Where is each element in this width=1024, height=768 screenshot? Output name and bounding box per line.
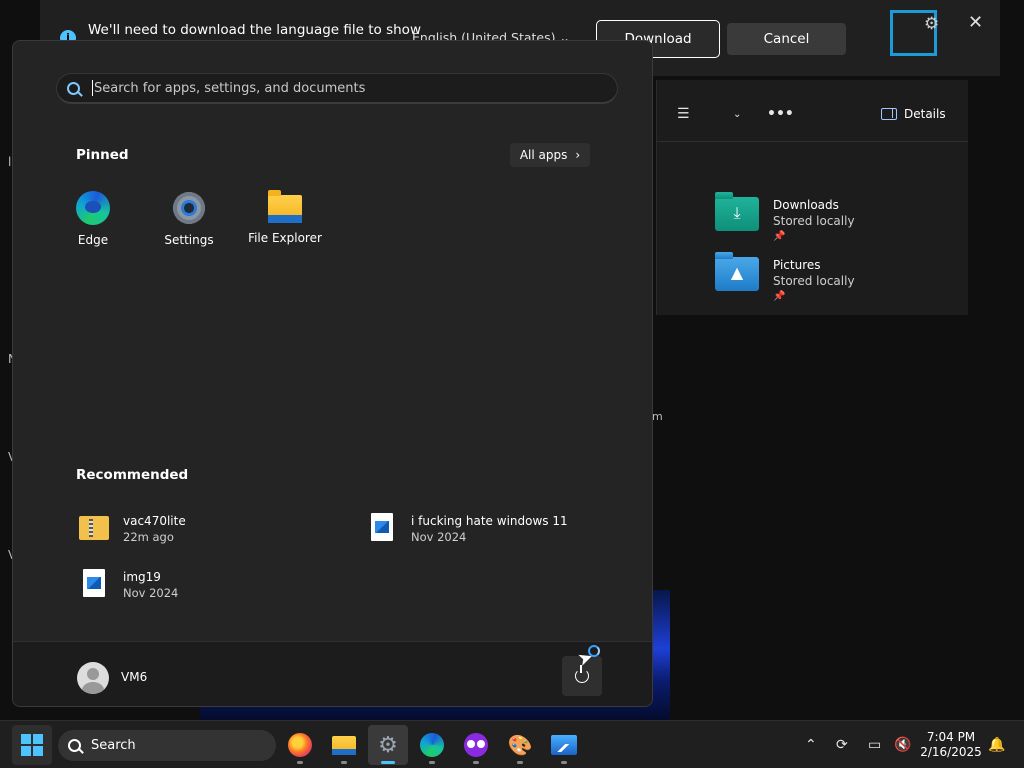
all-apps-button[interactable]: All apps › xyxy=(510,143,590,167)
taskbar-search[interactable]: Search xyxy=(58,730,276,761)
settings-icon xyxy=(170,185,206,229)
recommended-time: Nov 2024 xyxy=(411,530,467,544)
quick-access-status: Stored locally xyxy=(773,214,855,228)
gear-icon[interactable]: ⚙ xyxy=(924,14,939,34)
explorer-toolbar: ☰ ⌄ ••• Details xyxy=(657,80,968,142)
start-menu: Pinned All apps › Edge Settings File Exp… xyxy=(12,40,653,707)
pinned-app-edge[interactable]: Edge xyxy=(45,191,141,247)
settings-icon: ⚙ xyxy=(378,732,398,758)
cancel-button[interactable]: Cancel xyxy=(727,23,846,55)
quick-access-downloads[interactable]: ⤓ Downloads Stored locally 📌 xyxy=(715,192,855,245)
image-file-icon xyxy=(371,513,393,541)
firefox-icon xyxy=(288,733,312,757)
details-label: Details xyxy=(904,107,946,121)
chevron-up-icon: ⌃ xyxy=(805,737,817,753)
windows-logo-icon xyxy=(21,734,31,744)
start-button[interactable] xyxy=(12,725,52,765)
taskbar-app-firefox[interactable] xyxy=(280,725,320,765)
recommended-item[interactable]: vac470lite 22m ago xyxy=(79,513,186,545)
taskbar: Search ⚙ 🎨 ⌃ ⟳ ▭ 🔇 7:04 PM 2/16/2025 🔔 xyxy=(0,720,1024,768)
busy-spinner-icon xyxy=(588,645,600,657)
owl-app-icon xyxy=(464,733,488,757)
taskbar-app-owl[interactable] xyxy=(456,725,496,765)
chevron-down-icon[interactable]: ⌄ xyxy=(733,109,741,120)
paint-icon: 🎨 xyxy=(507,733,533,757)
user-name[interactable]: VM6 xyxy=(121,670,147,684)
taskbar-app-photos[interactable] xyxy=(544,725,584,765)
recommended-item[interactable]: i fucking hate windows 11 Nov 2024 xyxy=(367,513,568,545)
file-explorer-icon xyxy=(268,190,302,223)
downloads-folder-icon: ⤓ xyxy=(715,192,759,231)
pinned-app-file-explorer[interactable]: File Explorer xyxy=(237,190,333,245)
language-message: We'll need to download the language file… xyxy=(88,22,421,38)
network-icon[interactable]: ▭ xyxy=(868,721,881,768)
recommended-name: i fucking hate windows 11 xyxy=(411,514,568,528)
taskbar-app-edge[interactable] xyxy=(412,725,452,765)
recommended-name: img19 xyxy=(123,570,161,584)
clock[interactable]: 7:04 PM 2/16/2025 xyxy=(920,730,982,760)
start-search-input[interactable] xyxy=(94,80,574,96)
quick-access-name: Pictures xyxy=(773,258,821,272)
pinned-app-label: Settings xyxy=(164,233,214,247)
zip-folder-icon xyxy=(79,516,109,540)
image-file-icon xyxy=(83,569,105,597)
taskbar-search-label: Search xyxy=(91,738,136,753)
quick-access-name: Downloads xyxy=(773,198,839,212)
recommended-heading: Recommended xyxy=(76,467,189,483)
photos-icon xyxy=(551,735,577,755)
clock-date: 2/16/2025 xyxy=(920,745,982,759)
pinned-app-label: File Explorer xyxy=(248,231,322,245)
edge-icon xyxy=(420,733,444,757)
pinned-heading: Pinned xyxy=(76,147,129,163)
pinned-app-label: Edge xyxy=(77,233,109,247)
details-button[interactable]: Details xyxy=(881,107,946,121)
more-options-icon[interactable]: ••• xyxy=(767,106,794,122)
recommended-time: Nov 2024 xyxy=(123,586,179,600)
quick-access-status: Stored locally xyxy=(773,274,855,288)
notification-bell-icon[interactable]: 🔔 xyxy=(988,721,1005,768)
avatar[interactable] xyxy=(77,662,109,694)
recommended-time: 22m ago xyxy=(123,530,174,544)
pin-icon: 📌 xyxy=(773,291,786,302)
recommended-item[interactable]: img19 Nov 2024 xyxy=(79,569,178,601)
close-icon[interactable]: ✕ xyxy=(968,12,983,33)
chevron-right-icon: › xyxy=(575,148,581,162)
taskbar-app-file-explorer[interactable] xyxy=(324,725,364,765)
taskbar-app-paint[interactable]: 🎨 xyxy=(500,725,540,765)
all-apps-label: All apps xyxy=(519,148,568,162)
file-explorer-icon xyxy=(332,735,356,755)
taskbar-app-settings[interactable]: ⚙ xyxy=(368,725,408,765)
search-icon xyxy=(68,739,81,752)
recommended-name: vac470lite xyxy=(123,514,186,528)
text-caret xyxy=(92,80,93,96)
quick-access-pictures[interactable]: ▲ Pictures Stored locally 📌 xyxy=(715,252,855,305)
view-list-icon[interactable]: ☰ xyxy=(677,106,690,122)
offscreen-text-fragment: l xyxy=(8,155,12,169)
pin-icon: 📌 xyxy=(773,231,786,242)
pinned-app-settings[interactable]: Settings xyxy=(141,185,237,247)
start-user-bar: VM6 xyxy=(13,641,652,706)
power-icon xyxy=(575,665,589,683)
volume-muted-icon[interactable]: 🔇 xyxy=(894,721,911,768)
start-search-box[interactable] xyxy=(56,73,618,104)
details-pane-icon xyxy=(881,108,897,120)
file-explorer-window: ☰ ⌄ ••• Details ⤓ Downloads Stored local… xyxy=(656,80,968,315)
update-icon[interactable]: ⟳ xyxy=(836,721,848,768)
search-icon xyxy=(67,81,80,95)
show-hidden-icons[interactable]: ⌃ xyxy=(805,721,817,768)
offscreen-text-fragment: m xyxy=(652,410,663,423)
clock-time: 7:04 PM xyxy=(926,730,976,744)
edge-icon xyxy=(76,191,110,225)
pictures-folder-icon: ▲ xyxy=(715,252,759,291)
